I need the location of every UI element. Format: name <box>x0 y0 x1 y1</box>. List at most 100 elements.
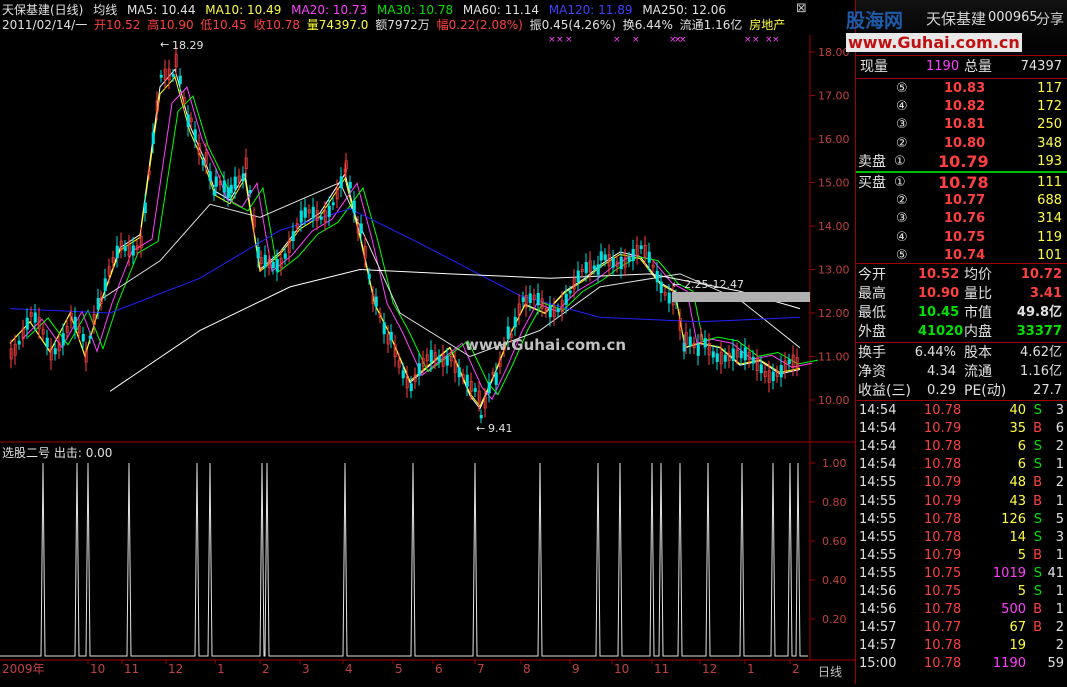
info-amount: 额7972万 <box>375 18 430 32</box>
candle-body <box>229 184 233 194</box>
trade-price: 10.79 <box>924 475 962 491</box>
trade-side: B <box>1033 475 1042 491</box>
trade-time: 14:55 <box>859 475 897 491</box>
close-chart-icon[interactable]: ⊠ <box>796 1 807 16</box>
trade-time: 14:55 <box>859 493 897 509</box>
quote-panel: 股海网 www.Guhai.com.cn 天保基建 000965 分享 现量 1… <box>846 0 1067 684</box>
fund-row: 收益(三) 0.29 PE(动) 27.7 <box>856 382 1067 400</box>
trade-row: 14:57 10.78 19 2 <box>856 637 1067 655</box>
stock-title[interactable]: 天保基建(日线) <box>2 3 83 17</box>
indicator-value: 出击: 0.00 <box>53 446 113 460</box>
month-label: 6 <box>435 662 443 676</box>
candle-body <box>465 374 469 387</box>
candle-body <box>584 262 588 273</box>
trade-price: 10.78 <box>924 656 962 672</box>
kline-chart-area[interactable]: 18.00 17.00 16.00 15.00 14.00 13.00 12.00 11.00… <box>0 0 855 684</box>
candle-body <box>25 317 29 330</box>
range-bar <box>672 292 810 302</box>
stat-row: 最高 10.90 量比 3.41 <box>856 285 1067 303</box>
trade-volume: 67 <box>1009 620 1026 636</box>
candle-body <box>688 336 692 346</box>
indicator-name[interactable]: 选股二号 <box>2 446 50 460</box>
candle-body <box>359 223 363 234</box>
stat-label: 今开 <box>858 267 886 283</box>
candle-body <box>723 354 727 362</box>
buy-level-icon: ③ <box>896 211 908 227</box>
candle-body <box>159 74 163 78</box>
candle-body <box>528 293 532 303</box>
ma-mode[interactable]: 均线 <box>93 3 117 17</box>
month-label: 12 <box>702 662 717 676</box>
sell-level-row: ② 10.80 348 <box>856 135 1067 153</box>
buy-level-row: ④ 10.75 119 <box>856 229 1067 247</box>
stat-value: 10.90 <box>918 286 960 301</box>
arrow-label: ← <box>672 278 681 291</box>
buy-level-row: 买盘 ① 10.78 111 <box>856 174 1067 192</box>
fund-label: 净资 <box>858 364 886 380</box>
candle-body <box>647 251 651 263</box>
candle-body <box>703 338 707 348</box>
candle-body <box>487 382 491 394</box>
month-label: 8 <box>523 662 531 676</box>
trade-time: 14:54 <box>859 421 897 437</box>
ma5-value: MA5: 10.44 <box>127 3 196 17</box>
stat-value: 41020 <box>918 324 964 339</box>
candle-body <box>115 245 119 259</box>
total-volume-label: 总量 <box>964 59 992 75</box>
low-price-label: 9.41 <box>488 422 513 435</box>
fund-label: 换手 <box>858 345 886 361</box>
brand-share[interactable]: 分享 <box>1036 9 1064 29</box>
stat-value: 10.45 <box>918 305 960 320</box>
candle-body <box>131 245 135 256</box>
trade-count: 6 <box>1055 421 1064 437</box>
buy-volume: 101 <box>1037 247 1062 263</box>
month-label: 10 <box>614 662 629 676</box>
buy-level-icon: ④ <box>896 229 908 245</box>
brand-site-url: www.Guhai.com.cn <box>846 33 1022 52</box>
month-label: 1 <box>217 662 225 676</box>
candle-body <box>437 355 441 362</box>
fund-row: 换手 6.44% 股本 4.62亿 <box>856 344 1067 362</box>
info-open: 开10.52 <box>94 18 141 32</box>
indicator-header[interactable]: 选股二号 出击: 0.00 <box>2 444 112 460</box>
candle-body <box>212 190 216 196</box>
trade-count: 1 <box>1055 547 1064 563</box>
sell-price: 10.82 <box>944 99 986 115</box>
signal-marker: × <box>632 35 640 45</box>
candle-body <box>389 331 393 341</box>
trade-count: 2 <box>1055 439 1064 455</box>
stat-label-2: 均价 <box>964 267 992 283</box>
candle-body <box>208 171 212 182</box>
high-arrow-label: ← <box>160 38 169 51</box>
candle-body <box>576 270 580 282</box>
price-tick-label: 11.00 <box>818 351 850 364</box>
trade-volume: 1019 <box>992 565 1026 581</box>
candle-body <box>88 335 92 339</box>
sell-level-row: ④ 10.82 172 <box>856 98 1067 116</box>
candle-body <box>348 182 352 189</box>
candle-body <box>222 180 226 193</box>
candle-body <box>186 114 190 128</box>
signal-marker: × <box>556 35 564 45</box>
trade-side: S <box>1033 403 1042 418</box>
trade-time: 14:54 <box>859 403 897 418</box>
candle-body <box>233 176 237 190</box>
trade-time: 14:55 <box>859 547 897 563</box>
trade-row: 14:55 10.78 14 S 3 <box>856 529 1067 547</box>
candle-body <box>319 216 323 220</box>
info-sector[interactable]: 房地产 <box>749 18 785 32</box>
trade-side: S <box>1033 439 1042 455</box>
candle-body <box>655 271 659 283</box>
trade-row: 14:55 10.79 48 B 2 <box>856 474 1067 492</box>
kline-svg[interactable]: 18.0017.0016.0015.0014.0013.0012.0011.00… <box>0 0 855 684</box>
candle-body <box>603 254 607 261</box>
ind-tick-label: 0.60 <box>822 535 847 548</box>
trade-time: 14:55 <box>859 565 897 581</box>
trade-price: 10.79 <box>924 547 962 563</box>
fund-label-2: 流通 <box>964 364 992 380</box>
trade-side: S <box>1033 529 1042 545</box>
fund-value-2: 1.16亿 <box>1020 364 1062 379</box>
period-label[interactable]: 日线 <box>818 663 842 680</box>
trade-side: S <box>1033 565 1042 581</box>
candle-body <box>409 383 413 391</box>
